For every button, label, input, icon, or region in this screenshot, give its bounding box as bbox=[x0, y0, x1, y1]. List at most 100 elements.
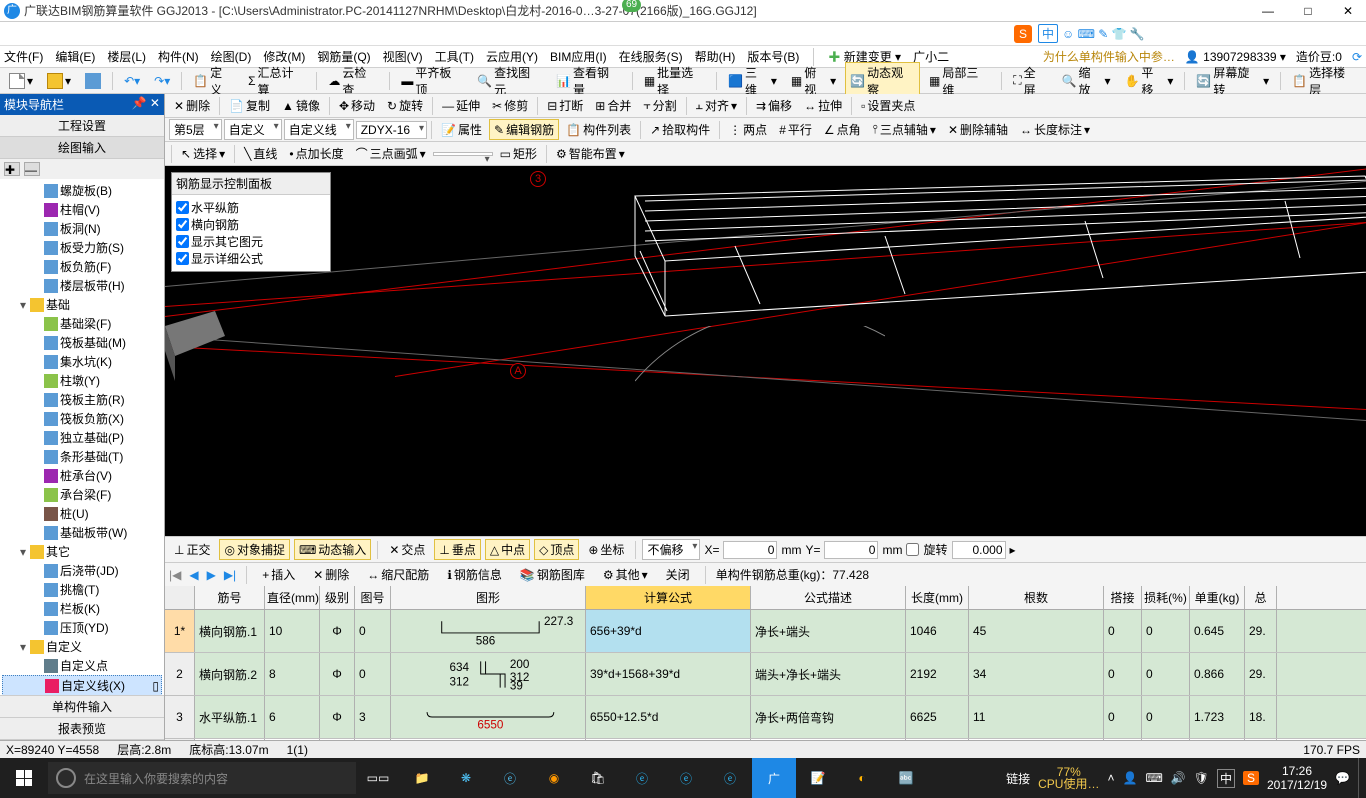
redo-button[interactable]: ↷▾ bbox=[149, 72, 175, 90]
task-dict[interactable]: 🔤 bbox=[884, 758, 928, 798]
rebar-display-panel[interactable]: 钢筋显示控制面板 水平纵筋 横向钢筋 显示其它图元 显示详细公式 bbox=[171, 172, 331, 272]
copy-button[interactable]: 📄 复制 bbox=[224, 95, 275, 116]
arc3-button[interactable]: ⌒ 三点画弧 ▾ bbox=[351, 143, 431, 164]
break-button[interactable]: ⊟ 打断 bbox=[542, 95, 588, 116]
rebar-data-grid[interactable]: 筋号 直径(mm) 级别 图号 图形 计算公式 公式描述 长度(mm) 根数 搭… bbox=[165, 586, 1366, 740]
ime-lang[interactable]: 中 bbox=[1038, 24, 1058, 43]
nav-last[interactable]: ▶| bbox=[224, 568, 236, 582]
parallel-button[interactable]: # 平行 bbox=[774, 119, 817, 140]
code-dropdown[interactable]: ZDYX-16 bbox=[356, 121, 427, 139]
task-edge[interactable]: ⓔ bbox=[488, 758, 532, 798]
pick-component-button[interactable]: ↗ 拾取构件 bbox=[645, 119, 715, 140]
rotate-input[interactable] bbox=[952, 541, 1006, 559]
rotate-button[interactable]: ↻ 旋转 bbox=[382, 95, 428, 116]
tree-item[interactable]: 承台梁(F) bbox=[2, 485, 162, 504]
show-desktop[interactable] bbox=[1358, 758, 1364, 798]
del-button[interactable]: ✕ 删除 bbox=[169, 95, 215, 116]
menu-file[interactable]: 文件(F) bbox=[4, 48, 43, 65]
split-button[interactable]: ⫟ 分割 bbox=[638, 95, 681, 116]
tree-item[interactable]: 柱帽(V) bbox=[2, 200, 162, 219]
tree-item[interactable]: 挑檐(T) bbox=[2, 580, 162, 599]
point-angle-button[interactable]: ∠ 点角 bbox=[819, 119, 866, 140]
tray-up-icon[interactable]: ˄ bbox=[1107, 771, 1114, 785]
component-list-button[interactable]: 📋 构件列表 bbox=[561, 119, 636, 140]
tree-item[interactable]: 基础板带(W) bbox=[2, 523, 162, 542]
taskbar-search[interactable]: 在这里输入你要搜索的内容 bbox=[48, 762, 356, 794]
tray-people-icon[interactable]: 👤 bbox=[1122, 771, 1137, 785]
draw-extra-dropdown[interactable] bbox=[433, 152, 493, 156]
tray-keyboard-icon[interactable]: ⌨ bbox=[1145, 771, 1162, 785]
apex-snap[interactable]: ◇ 顶点 bbox=[534, 539, 579, 560]
tree-item[interactable]: 集水坑(K) bbox=[2, 352, 162, 371]
y-input[interactable] bbox=[824, 541, 878, 559]
viewport-3d[interactable]: 3 A 钢筋显示控制面板 水平纵筋 横向钢筋 显示其它图元 显示详细公式 bbox=[165, 166, 1366, 536]
move-button[interactable]: ✥ 移动 bbox=[334, 95, 380, 116]
rebar-opt[interactable]: 显示详细公式 bbox=[176, 250, 326, 267]
edit-rebar-button[interactable]: ✎ 编辑钢筋 bbox=[489, 119, 559, 140]
property-button[interactable]: 📝 属性 bbox=[436, 119, 487, 140]
three-aux-button[interactable]: ⫯ 三点辅轴 ▾ bbox=[868, 119, 941, 140]
del-aux-button[interactable]: ✕ 删除辅轴 bbox=[943, 119, 1013, 140]
ortho-toggle[interactable]: ⊥ 正交 bbox=[169, 539, 215, 560]
tray-notification[interactable]: 💬 bbox=[1335, 771, 1350, 785]
task-ie1[interactable]: ⓔ bbox=[620, 758, 664, 798]
tree-item[interactable]: 自定义点 bbox=[2, 656, 162, 675]
task-note[interactable]: 📝 bbox=[796, 758, 840, 798]
sidebar-tab-draw[interactable]: 绘图输入 bbox=[0, 137, 164, 159]
offset-mode-dropdown[interactable]: 不偏移 bbox=[642, 539, 700, 560]
mid-snap[interactable]: △ 中点 bbox=[485, 539, 530, 560]
point-length-button[interactable]: • 点加长度 bbox=[284, 143, 348, 164]
type-dropdown[interactable]: 自定义线 bbox=[284, 119, 354, 140]
nav-prev[interactable]: ◀ bbox=[189, 568, 198, 582]
grip-button[interactable]: ▫ 设置夹点 bbox=[856, 95, 920, 116]
maximize-button[interactable]: □ bbox=[1294, 4, 1322, 18]
tree-item[interactable]: 压顶(YD) bbox=[2, 618, 162, 637]
task-ie2[interactable]: ⓔ bbox=[664, 758, 708, 798]
sb-toggle-1[interactable]: ✚ bbox=[4, 162, 20, 176]
category-dropdown[interactable]: 自定义 bbox=[224, 119, 282, 140]
task-360[interactable]: ◉ bbox=[532, 758, 576, 798]
tray-volume-icon[interactable]: 🔊 bbox=[1171, 771, 1186, 785]
menu-edit[interactable]: 编辑(E) bbox=[55, 48, 95, 65]
grid-delete-button[interactable]: ✕ 删除 bbox=[308, 564, 354, 585]
open-button[interactable]: ▾ bbox=[42, 71, 76, 91]
grid-scale-button[interactable]: ↔ 缩尺配筋 bbox=[362, 564, 434, 585]
merge-button[interactable]: ⊞ 合并 bbox=[590, 95, 636, 116]
x-input[interactable] bbox=[723, 541, 777, 559]
stretch-button[interactable]: ↔ 拉伸 bbox=[799, 95, 847, 116]
tree-item[interactable]: 条形基础(T) bbox=[2, 447, 162, 466]
extend-button[interactable]: — 延伸 bbox=[437, 95, 485, 116]
tree-item[interactable]: ▾基础 bbox=[2, 295, 162, 314]
grid-lib-button[interactable]: 📚 钢筋图库 bbox=[515, 564, 590, 585]
start-button[interactable] bbox=[0, 758, 48, 798]
task-explorer[interactable]: 📁 bbox=[400, 758, 444, 798]
tree-item[interactable]: 栏板(K) bbox=[2, 599, 162, 618]
trim-button[interactable]: ✂ 修剪 bbox=[487, 95, 533, 116]
tray-sogou[interactable]: S bbox=[1243, 771, 1259, 785]
sidebar-tab-report[interactable]: 报表预览 bbox=[0, 718, 164, 740]
tree-item[interactable]: 自定义线(X)▯ bbox=[2, 675, 162, 695]
rotate-apply[interactable]: ▸ bbox=[1010, 543, 1016, 557]
tree-item[interactable]: 板负筋(F) bbox=[2, 257, 162, 276]
mirror-button[interactable]: ▲ 镜像 bbox=[277, 95, 325, 116]
tree-item[interactable]: 桩承台(V) bbox=[2, 466, 162, 485]
tree-item[interactable]: 楼层板带(H) bbox=[2, 276, 162, 295]
task-store[interactable]: 🛍 bbox=[576, 758, 620, 798]
tree-item[interactable]: ▾自定义 bbox=[2, 637, 162, 656]
tree-item[interactable]: 柱墩(Y) bbox=[2, 371, 162, 390]
ime-tools[interactable]: ☺ ⌨ ✎ 👕 🔧 bbox=[1062, 27, 1145, 41]
tree-item[interactable]: 后浇带(JD) bbox=[2, 561, 162, 580]
offset-button[interactable]: ⇉ 偏移 bbox=[751, 95, 797, 116]
rect-button[interactable]: ▭ 矩形 bbox=[495, 143, 542, 164]
rebar-opt[interactable]: 显示其它图元 bbox=[176, 233, 326, 250]
close-button[interactable]: ✕ bbox=[1334, 4, 1362, 18]
nav-first[interactable]: |◀ bbox=[169, 568, 181, 582]
coord-snap[interactable]: ⊕ 坐标 bbox=[583, 539, 629, 560]
grid-close-button[interactable]: 关闭 bbox=[661, 564, 695, 585]
task-app1[interactable]: ❋ bbox=[444, 758, 488, 798]
rebar-opt[interactable]: 横向钢筋 bbox=[176, 216, 326, 233]
tray-ime[interactable]: 中 bbox=[1217, 769, 1235, 788]
tree-item[interactable]: 板受力筋(S) bbox=[2, 238, 162, 257]
dyninput-toggle[interactable]: ⌨ 动态输入 bbox=[294, 539, 371, 560]
line-button[interactable]: ╲ 直线 bbox=[239, 143, 282, 164]
